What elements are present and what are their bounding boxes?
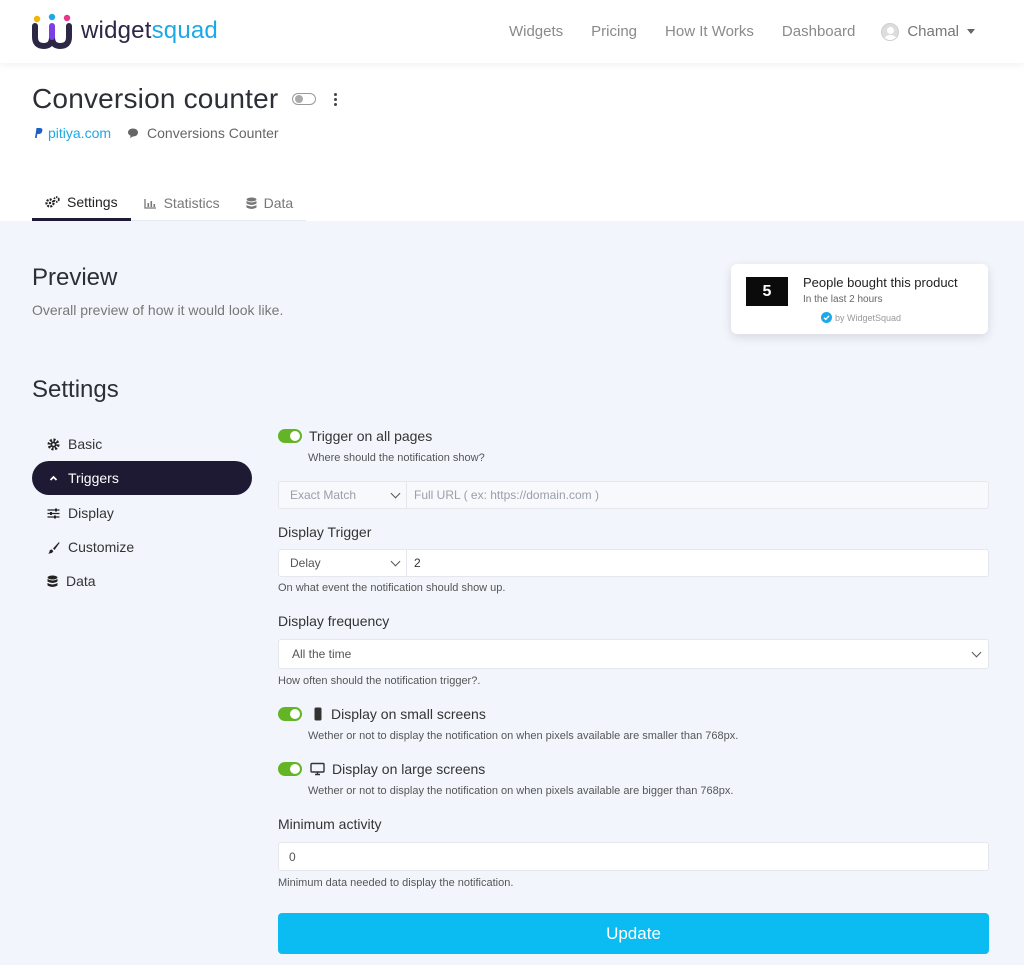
settings-menu-customize[interactable]: Customize (32, 530, 252, 564)
tab-settings[interactable]: Settings (32, 186, 131, 221)
display-trigger-help: On what event the notification should sh… (278, 582, 506, 594)
display-trigger-value: 2 (414, 556, 421, 570)
widgetsquad-logo-icon (32, 13, 72, 49)
paintbrush-icon (47, 541, 60, 554)
cogs-icon (45, 196, 60, 208)
widget-meta: pitiya.com Conversions Counter (34, 125, 279, 141)
url-input-placeholder: Full URL ( ex: https://domain.com ) (414, 488, 599, 502)
large-screens-toggle[interactable] (278, 762, 302, 776)
database-icon (47, 575, 58, 587)
preview-branding: by WidgetSquad (821, 312, 901, 323)
minimum-activity-help: Minimum data needed to display the notif… (278, 877, 514, 889)
sliders-icon (47, 508, 60, 518)
more-options-icon[interactable] (332, 92, 338, 107)
brand-logo[interactable]: widgetsquad (31, 13, 218, 49)
minimum-activity-input[interactable]: 0 (278, 842, 989, 871)
display-frequency-label: Display frequency (278, 613, 390, 629)
database-icon (246, 197, 257, 209)
settings-menu-triggers[interactable]: Triggers (32, 461, 252, 495)
small-screens-label: Display on small screens (331, 706, 486, 722)
display-frequency-value: All the time (292, 647, 352, 661)
brand-wordmark: widgetsquad (81, 17, 218, 45)
brand-name-part1: widget (81, 17, 152, 44)
large-screens-help: Wether or not to display the notificatio… (308, 785, 734, 797)
settings-menu-triggers-label: Triggers (68, 470, 119, 486)
display-trigger-group: Delay 2 (278, 549, 989, 577)
site-link[interactable]: pitiya.com (48, 125, 111, 141)
nav-link-pricing[interactable]: Pricing (591, 23, 637, 40)
mobile-icon (314, 707, 322, 721)
widget-type: Conversions Counter (147, 125, 279, 141)
display-frequency-select[interactable]: All the time (278, 639, 989, 669)
user-menu[interactable]: Chamal (881, 22, 975, 41)
chevron-down-icon (390, 556, 401, 566)
large-screens-label: Display on large screens (332, 761, 486, 777)
page-header: Conversion counter pitiya.com Conversion… (0, 63, 1024, 221)
small-screens-row: Display on small screens (278, 706, 486, 722)
display-trigger-value-input[interactable]: 2 (407, 549, 989, 577)
display-trigger-select-value: Delay (290, 556, 321, 570)
large-screens-row: Display on large screens (278, 761, 485, 777)
preview-subheading: Overall preview of how it would look lik… (32, 302, 284, 318)
small-screens-help: Wether or not to display the notificatio… (308, 730, 739, 742)
chevron-down-icon (971, 647, 982, 657)
comment-icon (128, 128, 139, 138)
url-match-select[interactable]: Exact Match (278, 481, 407, 509)
trigger-all-pages-help: Where should the notification show? (308, 452, 485, 464)
display-trigger-select[interactable]: Delay (278, 549, 407, 577)
settings-menu-basic[interactable]: Basic (32, 427, 252, 461)
preview-subtitle: In the last 2 hours (803, 294, 883, 305)
trigger-all-pages-row: Trigger on all pages (278, 428, 432, 444)
trigger-all-pages-label: Trigger on all pages (309, 428, 433, 444)
brand-name-part2: squad (151, 17, 218, 44)
settings-menu-customize-label: Customize (68, 539, 135, 555)
settings-menu-display-label: Display (68, 505, 114, 521)
chevron-down-icon (390, 488, 401, 498)
verified-check-icon (821, 312, 832, 323)
display-frequency-help: How often should the notification trigge… (278, 675, 481, 687)
top-navbar: widgetsquad Widgets Pricing How It Works… (0, 0, 1024, 63)
settings-menu-basic-label: Basic (68, 436, 103, 452)
nav-link-how-it-works[interactable]: How It Works (665, 23, 754, 40)
widget-status-toggle[interactable] (292, 93, 317, 105)
url-match-select-value: Exact Match (290, 488, 357, 502)
tab-data[interactable]: Data (233, 186, 307, 220)
bar-chart-icon (143, 198, 156, 209)
tab-data-label: Data (263, 195, 294, 211)
settings-heading: Settings (32, 376, 119, 403)
tab-statistics-label: Statistics (163, 195, 220, 211)
caret-down-icon (967, 29, 975, 34)
nav-links: Widgets Pricing How It Works Dashboard C… (481, 0, 975, 63)
small-screens-toggle[interactable] (278, 707, 302, 721)
page-title: Conversion counter (32, 83, 279, 114)
gear-icon (47, 438, 60, 450)
url-input[interactable]: Full URL ( ex: https://domain.com ) (407, 481, 989, 509)
minimum-activity-value: 0 (289, 849, 296, 864)
settings-menu-data-label: Data (66, 573, 96, 589)
preview-title: People bought this product (803, 275, 958, 290)
tab-settings-label: Settings (67, 194, 118, 210)
nav-link-dashboard[interactable]: Dashboard (782, 23, 855, 40)
title-row: Conversion counter (32, 83, 338, 115)
desktop-icon (310, 762, 325, 776)
display-trigger-label: Display Trigger (278, 524, 372, 540)
preview-branding-text: by WidgetSquad (835, 312, 902, 323)
chevron-up-icon (49, 475, 58, 481)
update-button[interactable]: Update (278, 913, 989, 954)
trigger-all-pages-toggle[interactable] (278, 429, 302, 443)
preview-heading: Preview (32, 264, 118, 291)
notification-preview-card: 5 People bought this product In the last… (731, 264, 988, 334)
settings-menu-display[interactable]: Display (32, 496, 252, 530)
preview-count: 5 (746, 277, 788, 306)
tab-bar: Settings Statistics Data (32, 186, 307, 221)
url-match-group: Exact Match Full URL ( ex: https://domai… (278, 481, 989, 509)
minimum-activity-label: Minimum activity (278, 816, 382, 832)
nav-link-widgets[interactable]: Widgets (509, 23, 563, 40)
avatar (881, 22, 900, 41)
paypal-site-icon (35, 128, 43, 138)
tab-statistics[interactable]: Statistics (131, 186, 233, 220)
user-name: Chamal (907, 23, 959, 40)
settings-menu-data[interactable]: Data (32, 564, 252, 598)
